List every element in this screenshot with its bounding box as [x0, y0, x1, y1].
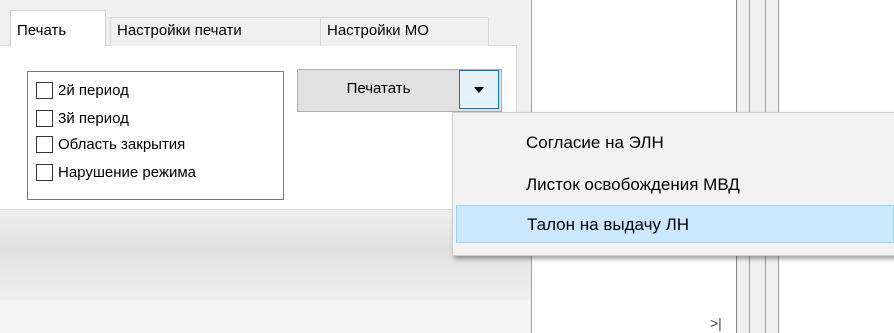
menu-item-ln-coupon[interactable]: Талон на выдачу ЛН: [456, 205, 894, 243]
checkbox-box[interactable]: [36, 109, 53, 127]
print-split-button[interactable]: Печатать: [297, 69, 502, 112]
tab-mo-settings[interactable]: Настройки МО: [320, 17, 489, 46]
checkbox-label: 3й период: [58, 109, 129, 127]
tab-print-label: Печать: [17, 22, 67, 39]
checkbox-regime-violation[interactable]: Нарушение режима: [36, 162, 196, 182]
checkbox-period-2[interactable]: 2й период: [36, 80, 129, 100]
status-strip: [0, 300, 531, 333]
checkbox-box[interactable]: [36, 135, 53, 153]
checkbox-box[interactable]: [36, 163, 53, 181]
checkbox-label: Нарушение режима: [58, 163, 196, 181]
tab-print-settings-label: Настройки печати: [117, 22, 242, 39]
print-dropdown-menu: Согласие на ЭЛН Листок освобождения МВД …: [452, 112, 894, 256]
menu-item-eln-consent[interactable]: Согласие на ЭЛН: [456, 124, 894, 162]
checkbox-group: 2й период 3й период Область закрытия Нар…: [27, 71, 284, 200]
menu-item-mvd-release-sheet[interactable]: Листок освобождения МВД: [456, 166, 894, 204]
tab-mo-settings-label: Настройки МО: [327, 22, 429, 39]
checkbox-label: Область закрытия: [58, 135, 186, 153]
tab-print-settings[interactable]: Настройки печати: [110, 17, 321, 46]
scroll-end-icon[interactable]: >|: [710, 315, 722, 331]
chevron-down-icon: [474, 86, 484, 93]
menu-item-label: Согласие на ЭЛН: [526, 133, 664, 152]
menu-item-label: Листок освобождения МВД: [526, 175, 740, 194]
print-button[interactable]: Печатать: [298, 70, 459, 111]
menu-item-label: Талон на выдачу ЛН: [527, 215, 690, 234]
checkbox-box[interactable]: [36, 81, 53, 99]
checkbox-closure-area[interactable]: Область закрытия: [36, 134, 185, 154]
checkbox-period-3[interactable]: 3й период: [36, 108, 129, 128]
tab-print[interactable]: Печать: [10, 10, 106, 47]
print-dropdown-button[interactable]: [459, 70, 499, 109]
checkbox-label: 2й период: [58, 81, 129, 99]
